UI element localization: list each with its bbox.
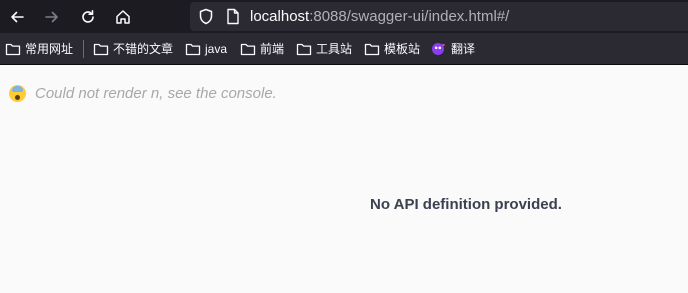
reload-icon [82, 10, 94, 23]
bookmark-folder[interactable]: 常用网址 [5, 40, 73, 57]
url-path: :8088/swagger-ui/index.html#/ [309, 8, 510, 25]
render-error: Could not render n, see the console. [9, 84, 277, 102]
folder-icon [240, 43, 256, 55]
home-icon [116, 10, 130, 24]
bookmark-label: 模板站 [384, 42, 421, 56]
back-button[interactable] [4, 4, 30, 30]
bookmark-label: 工具站 [316, 42, 353, 56]
bookmark-label: 前端 [260, 42, 285, 56]
reload-button[interactable] [75, 4, 101, 30]
url-bar[interactable]: localhost:8088/swagger-ui/index.html#/ [190, 2, 688, 31]
swagger-ui-page: Could not render n, see the console. No … [0, 65, 688, 293]
folder-icon [93, 43, 109, 55]
bookmark-folder[interactable]: 工具站 [296, 40, 352, 57]
arrow-right-icon [45, 11, 58, 23]
translate-icon [432, 42, 446, 55]
folder-icon [185, 43, 201, 55]
bookmark-label: 翻译 [451, 42, 476, 56]
bookmarks-bar: 常用网址 不错的文章 java 前端 工具站 模板站 翻译 [0, 33, 688, 65]
forward-button[interactable] [39, 4, 65, 30]
home-button[interactable] [110, 4, 136, 30]
bookmark-link[interactable]: 翻译 [431, 40, 475, 57]
browser-toolbar: localhost:8088/swagger-ui/index.html#/ [0, 0, 688, 33]
render-error-message: Could not render n, see the console. [35, 84, 277, 102]
url-host: localhost [250, 8, 310, 25]
bookmark-folder[interactable]: 前端 [240, 40, 284, 57]
page-icon[interactable] [226, 8, 240, 25]
bookmark-folder[interactable]: java [185, 40, 227, 57]
bookmark-label: 不错的文章 [113, 42, 174, 56]
no-api-message: No API definition provided. [370, 196, 562, 213]
url-text[interactable]: localhost:8088/swagger-ui/index.html#/ [250, 8, 509, 25]
bookmark-label: 常用网址 [25, 42, 74, 56]
folder-icon [296, 43, 312, 55]
folder-icon [5, 43, 21, 55]
bookmarks-separator [83, 40, 84, 58]
shield-icon[interactable] [198, 8, 214, 25]
bookmark-folder[interactable]: 模板站 [364, 40, 420, 57]
arrow-left-icon [11, 11, 24, 23]
bookmark-folder[interactable]: 不错的文章 [93, 40, 173, 57]
bookmark-label: java [205, 41, 228, 56]
folder-icon [364, 43, 380, 55]
scared-face-icon [9, 84, 26, 102]
